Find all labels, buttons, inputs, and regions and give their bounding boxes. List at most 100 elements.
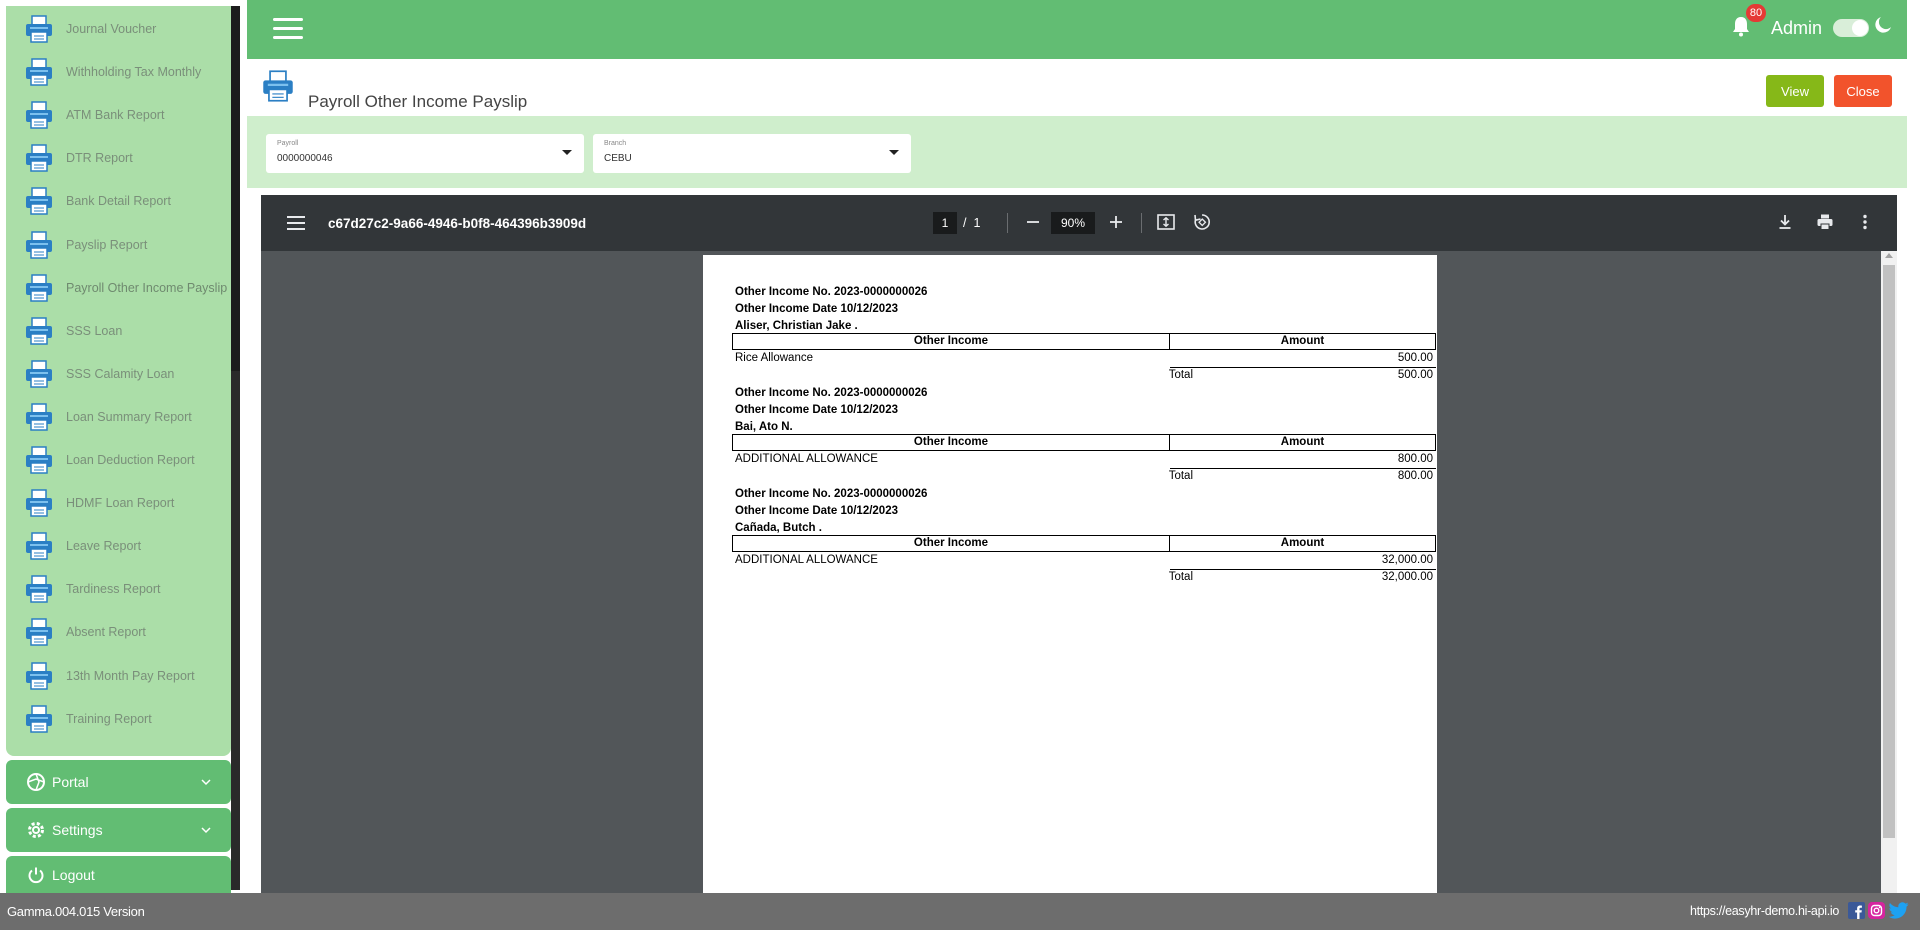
logout-label: Logout [52, 866, 95, 883]
sidebar-item-label: SSS Loan [66, 323, 123, 338]
page-title: Payroll Other Income Payslip [308, 92, 528, 111]
sidebar-item-report[interactable]: Loan Deduction Report [24, 441, 229, 479]
twitter-icon[interactable] [1889, 902, 1909, 919]
sidebar-item-report[interactable]: Training Report [24, 700, 229, 738]
sidebar-item-report[interactable]: 13th Month Pay Report [24, 657, 229, 695]
view-button[interactable]: View [1766, 75, 1824, 107]
printer-icon [24, 402, 54, 432]
chevron-down-icon [201, 779, 211, 786]
total-amount: 32,000.00 [1381, 571, 1433, 583]
total-pages: 1 [973, 216, 981, 230]
zoom-out-icon[interactable] [1023, 212, 1043, 232]
pdf-page-input[interactable]: 1 [933, 212, 957, 234]
power-icon [26, 865, 46, 885]
sidebar-item-report[interactable]: SSS Loan [24, 312, 229, 350]
zoom-in-icon[interactable] [1106, 212, 1126, 232]
sidebar-logout-button[interactable]: Logout [6, 856, 231, 893]
payroll-select[interactable]: Payroll 0000000046 [266, 134, 584, 173]
printer-icon [24, 704, 54, 734]
more-options-icon[interactable] [1855, 212, 1875, 232]
sidebar-item-report[interactable]: HDMF Loan Report [24, 484, 229, 522]
printer-icon [261, 69, 295, 103]
fit-page-icon[interactable] [1156, 212, 1176, 232]
notification-badge: 80 [1746, 4, 1766, 22]
employee-name: Bai, Ato N. [735, 421, 793, 433]
printer-icon [24, 186, 54, 216]
close-button[interactable]: Close [1834, 75, 1892, 107]
pdf-scrollbar-thumb[interactable] [1883, 265, 1895, 838]
sidebar-item-report[interactable]: SSS Calamity Loan [24, 355, 229, 393]
col-amount: Amount [1280, 436, 1325, 448]
printer-icon [24, 488, 54, 518]
employee-name: Cañada, Butch . [735, 522, 822, 534]
sidebar-item-report[interactable]: DTR Report [24, 139, 229, 177]
dropdown-caret-icon [889, 150, 899, 155]
col-other-income: Other Income [733, 334, 1170, 349]
sidebar-item-report[interactable]: Leave Report [24, 527, 229, 565]
sidebar-item-label: Leave Report [66, 539, 142, 554]
sidebar-item-label: 13th Month Pay Report [66, 668, 195, 683]
branch-select[interactable]: Branch CEBU [593, 134, 911, 173]
pdf-zoom-input[interactable]: 90% [1051, 212, 1095, 234]
printer-icon [24, 661, 54, 691]
top-navbar: 80 Admin [247, 0, 1907, 59]
sidebar-settings-button[interactable]: Settings [6, 808, 231, 852]
printer-icon [24, 57, 54, 87]
download-icon[interactable] [1775, 212, 1795, 232]
sidebar-item-report[interactable]: Absent Report [24, 613, 229, 651]
branch-select-label: Branch [604, 140, 627, 147]
total-amount: 800.00 [1397, 470, 1433, 482]
printer-icon [24, 574, 54, 604]
sidebar-scrollbar[interactable] [231, 6, 240, 890]
hamburger-menu-icon[interactable] [273, 18, 303, 42]
footer-url[interactable]: https://easyhr-demo.hi-api.io [1690, 904, 1839, 918]
portal-label: Portal [52, 774, 89, 790]
facebook-icon[interactable] [1848, 902, 1865, 919]
app-version: Gamma.004.015 Version [7, 904, 145, 919]
scroll-up-arrow-icon[interactable] [1885, 253, 1893, 258]
pdf-scrollbar[interactable] [1881, 251, 1897, 893]
sidebar-portal-button[interactable]: Portal [6, 760, 231, 804]
printer-icon [24, 273, 54, 303]
printer-icon [24, 14, 54, 44]
income-table-header: Other Income Amount [732, 333, 1436, 350]
sidebar-item-report[interactable]: Bank Detail Report [24, 182, 229, 220]
sidebar-item-report[interactable]: Payroll Other Income Payslip [24, 269, 229, 307]
printer-icon [24, 143, 54, 173]
sidebar: Journal Voucher Withholding Tax Monthly AT… [0, 0, 240, 893]
sidebar-item-label: Loan Summary Report [66, 409, 192, 424]
sidebar-item-label: Training Report [66, 711, 152, 726]
user-name[interactable]: Admin [1771, 18, 1822, 39]
pdf-page: Other Income No. 2023-0000000026 Other In… [703, 255, 1437, 893]
branch-select-value: CEBU [604, 153, 632, 164]
page-separator: / [963, 216, 967, 230]
theme-toggle[interactable] [1833, 19, 1869, 37]
income-table-header: Other Income Amount [732, 535, 1436, 552]
dropdown-caret-icon [562, 150, 572, 155]
income-item-amount: 500.00 [1170, 351, 1436, 368]
instagram-icon[interactable] [1868, 902, 1885, 919]
sidebar-item-report[interactable]: Tardiness Report [24, 570, 229, 608]
sidebar-item-label: Payroll Other Income Payslip [66, 280, 228, 295]
pdf-page-count: / 1 [963, 216, 980, 230]
pdf-toolbar: c67d27c2-9a66-4946-b0f8-464396b3909d 1 /… [261, 195, 1897, 251]
sidebar-item-report[interactable]: Withholding Tax Monthly [24, 53, 229, 91]
income-number: Other Income No. 2023-0000000026 [735, 488, 928, 500]
income-number: Other Income No. 2023-0000000026 [735, 387, 928, 399]
sidebar-item-report[interactable]: Payslip Report [24, 226, 229, 264]
footer: Gamma.004.015 Version https://easyhr-dem… [0, 893, 1920, 930]
sidebar-item-report[interactable]: Journal Voucher [24, 10, 229, 48]
printer-icon [24, 445, 54, 475]
printer-icon [24, 617, 54, 647]
print-icon[interactable] [1815, 212, 1835, 232]
printer-icon [24, 316, 54, 346]
rotate-icon[interactable] [1192, 212, 1212, 232]
pdf-menu-icon[interactable] [287, 216, 305, 230]
sidebar-item-report[interactable]: ATM Bank Report [24, 96, 229, 134]
chevron-down-icon [201, 827, 211, 834]
payroll-select-value: 0000000046 [277, 153, 333, 164]
sidebar-scrollbar-thumb[interactable] [231, 6, 240, 371]
sidebar-item-report[interactable]: Loan Summary Report [24, 398, 229, 436]
moon-icon [1875, 17, 1891, 33]
toolbar-divider [1141, 213, 1142, 233]
